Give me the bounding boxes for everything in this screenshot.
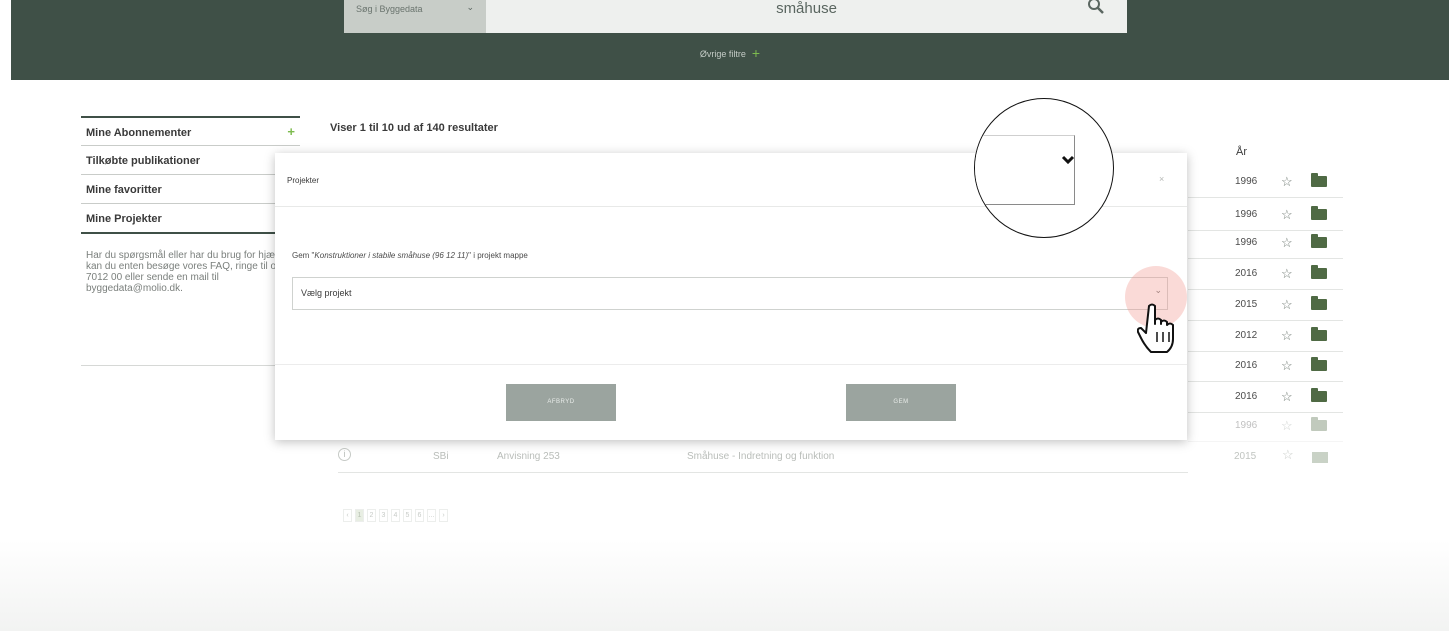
search-icon[interactable] xyxy=(1087,0,1105,19)
star-icon[interactable]: ☆ xyxy=(1281,266,1293,282)
star-icon[interactable]: ☆ xyxy=(1281,328,1293,344)
row-year: 2015 xyxy=(1235,299,1258,310)
sidebar: Mine Abonnementer + Tilkøbte publikation… xyxy=(81,116,300,366)
page-4[interactable]: 4 xyxy=(391,509,400,522)
row-year: 2016 xyxy=(1235,268,1258,279)
star-icon[interactable]: ☆ xyxy=(1281,358,1293,374)
sidebar-item-projects[interactable]: Mine Projekter xyxy=(81,203,300,232)
row-year: 2012 xyxy=(1235,330,1258,341)
sidebar-item-label: Mine Projekter xyxy=(86,213,162,225)
header-bar: Søg i Byggedata ⌄ småhuse Øvrige filtre + xyxy=(11,0,1449,80)
star-icon[interactable]: ☆ xyxy=(1281,389,1293,405)
project-select-value: Vælg projekt xyxy=(301,288,352,298)
search-input[interactable]: småhuse xyxy=(486,0,1127,33)
row-year: 1996 xyxy=(1235,209,1258,220)
row-year: 1996 xyxy=(1235,176,1258,187)
save-button[interactable]: GEM xyxy=(846,384,956,421)
sidebar-item-subscriptions[interactable]: Mine Abonnementer + xyxy=(81,116,300,145)
folder-icon[interactable] xyxy=(1311,173,1327,187)
info-icon[interactable]: i xyxy=(338,448,351,461)
plus-icon: + xyxy=(287,124,295,139)
page-6[interactable]: 6 xyxy=(415,509,424,522)
save-suffix: " i projekt mappe xyxy=(468,251,528,260)
more-filters-toggle[interactable]: Øvrige filtre + xyxy=(11,45,1449,61)
zoomed-select xyxy=(975,135,1075,205)
cancel-button[interactable]: AFBRYD xyxy=(506,384,616,421)
star-icon[interactable]: ☆ xyxy=(1281,418,1293,434)
row-year: 2016 xyxy=(1235,391,1258,402)
star-icon[interactable]: ☆ xyxy=(1281,174,1293,190)
folder-icon[interactable] xyxy=(1311,388,1327,402)
save-description: Gem "Konstruktioner i stabile småhuse (9… xyxy=(292,251,528,260)
table-row[interactable]: 1996 ☆ xyxy=(1188,226,1343,259)
folder-icon[interactable] xyxy=(1311,234,1327,248)
search-bar: Søg i Byggedata ⌄ småhuse xyxy=(344,0,1127,33)
folder-icon[interactable] xyxy=(1312,452,1328,463)
table-row[interactable]: i SBi Anvisning 253 Småhuse - Indretning… xyxy=(338,441,1188,473)
page-2[interactable]: 2 xyxy=(367,509,376,522)
results-count: Viser 1 til 10 ud af 140 resultater xyxy=(330,122,498,134)
table-row[interactable]: 1996 ☆ xyxy=(1188,409,1343,442)
year-column-header: År xyxy=(1236,146,1247,158)
folder-icon[interactable] xyxy=(1311,417,1327,431)
folder-icon[interactable] xyxy=(1311,357,1327,371)
close-icon[interactable]: × xyxy=(1159,174,1164,184)
modal-title: Projekter xyxy=(287,176,320,185)
row-year: 2015 xyxy=(1234,451,1257,462)
row-year: 2016 xyxy=(1235,360,1258,371)
sidebar-item-label: Tilkøbte publikationer xyxy=(86,155,201,167)
star-icon[interactable]: ☆ xyxy=(1281,235,1293,251)
table-row[interactable]: 2016 ☆ xyxy=(1188,257,1343,290)
divider xyxy=(275,364,1187,365)
chevron-down-icon: ⌄ xyxy=(466,2,474,12)
row-year: 1996 xyxy=(1235,420,1258,431)
folder-icon[interactable] xyxy=(1311,265,1327,279)
zoom-magnifier xyxy=(974,98,1114,238)
row-series: Anvisning 253 xyxy=(497,451,560,462)
table-row[interactable]: 2015 ☆ xyxy=(1188,288,1343,321)
row-type: SBi xyxy=(433,451,449,462)
page-ellipsis: ... xyxy=(427,509,436,522)
sidebar-item-label: Mine Abonnementer xyxy=(86,127,192,139)
folder-icon[interactable] xyxy=(1311,296,1327,310)
chevron-down-icon xyxy=(1061,155,1075,165)
page-3[interactable]: 3 xyxy=(379,509,388,522)
search-value: småhuse xyxy=(776,0,837,17)
save-item-name: Konstruktioner i stabile småhuse (96 12 … xyxy=(314,251,469,260)
table-row[interactable]: 1996 ☆ xyxy=(1188,165,1343,198)
sidebar-item-label: Mine favoritter xyxy=(86,184,162,196)
search-scope-select[interactable]: Søg i Byggedata ⌄ xyxy=(344,0,486,33)
row-year: 1996 xyxy=(1235,237,1258,248)
project-select[interactable]: Vælg projekt ⌄ xyxy=(292,277,1168,310)
bottom-fade xyxy=(0,540,1449,631)
page-prev[interactable]: ‹ xyxy=(343,509,352,522)
table-row[interactable]: 2016 ☆ xyxy=(1188,349,1343,382)
help-text: Har du spørgsmål eller har du brug for h… xyxy=(81,232,300,366)
sidebar-item-favorites[interactable]: Mine favoritter xyxy=(81,174,300,203)
star-icon[interactable]: ☆ xyxy=(1281,207,1293,223)
plus-icon: + xyxy=(751,45,761,61)
search-scope-label: Søg i Byggedata xyxy=(356,4,423,14)
folder-icon[interactable] xyxy=(1311,206,1327,220)
row-title: Småhuse - Indretning og funktion xyxy=(687,451,835,462)
star-icon[interactable]: ☆ xyxy=(1282,447,1294,463)
folder-icon[interactable] xyxy=(1311,327,1327,341)
page-5[interactable]: 5 xyxy=(403,509,412,522)
table-row[interactable]: 2012 ☆ xyxy=(1188,319,1343,352)
page-next[interactable]: › xyxy=(439,509,448,522)
star-icon[interactable]: ☆ xyxy=(1281,297,1293,313)
pagination: ‹ 1 2 3 4 5 6 ... › xyxy=(343,509,448,523)
more-filters-label: Øvrige filtre xyxy=(699,49,746,59)
hand-cursor-icon xyxy=(1137,303,1174,353)
save-prefix: Gem " xyxy=(292,251,315,260)
page-1[interactable]: 1 xyxy=(355,509,364,522)
sidebar-item-purchased[interactable]: Tilkøbte publikationer xyxy=(81,145,300,174)
